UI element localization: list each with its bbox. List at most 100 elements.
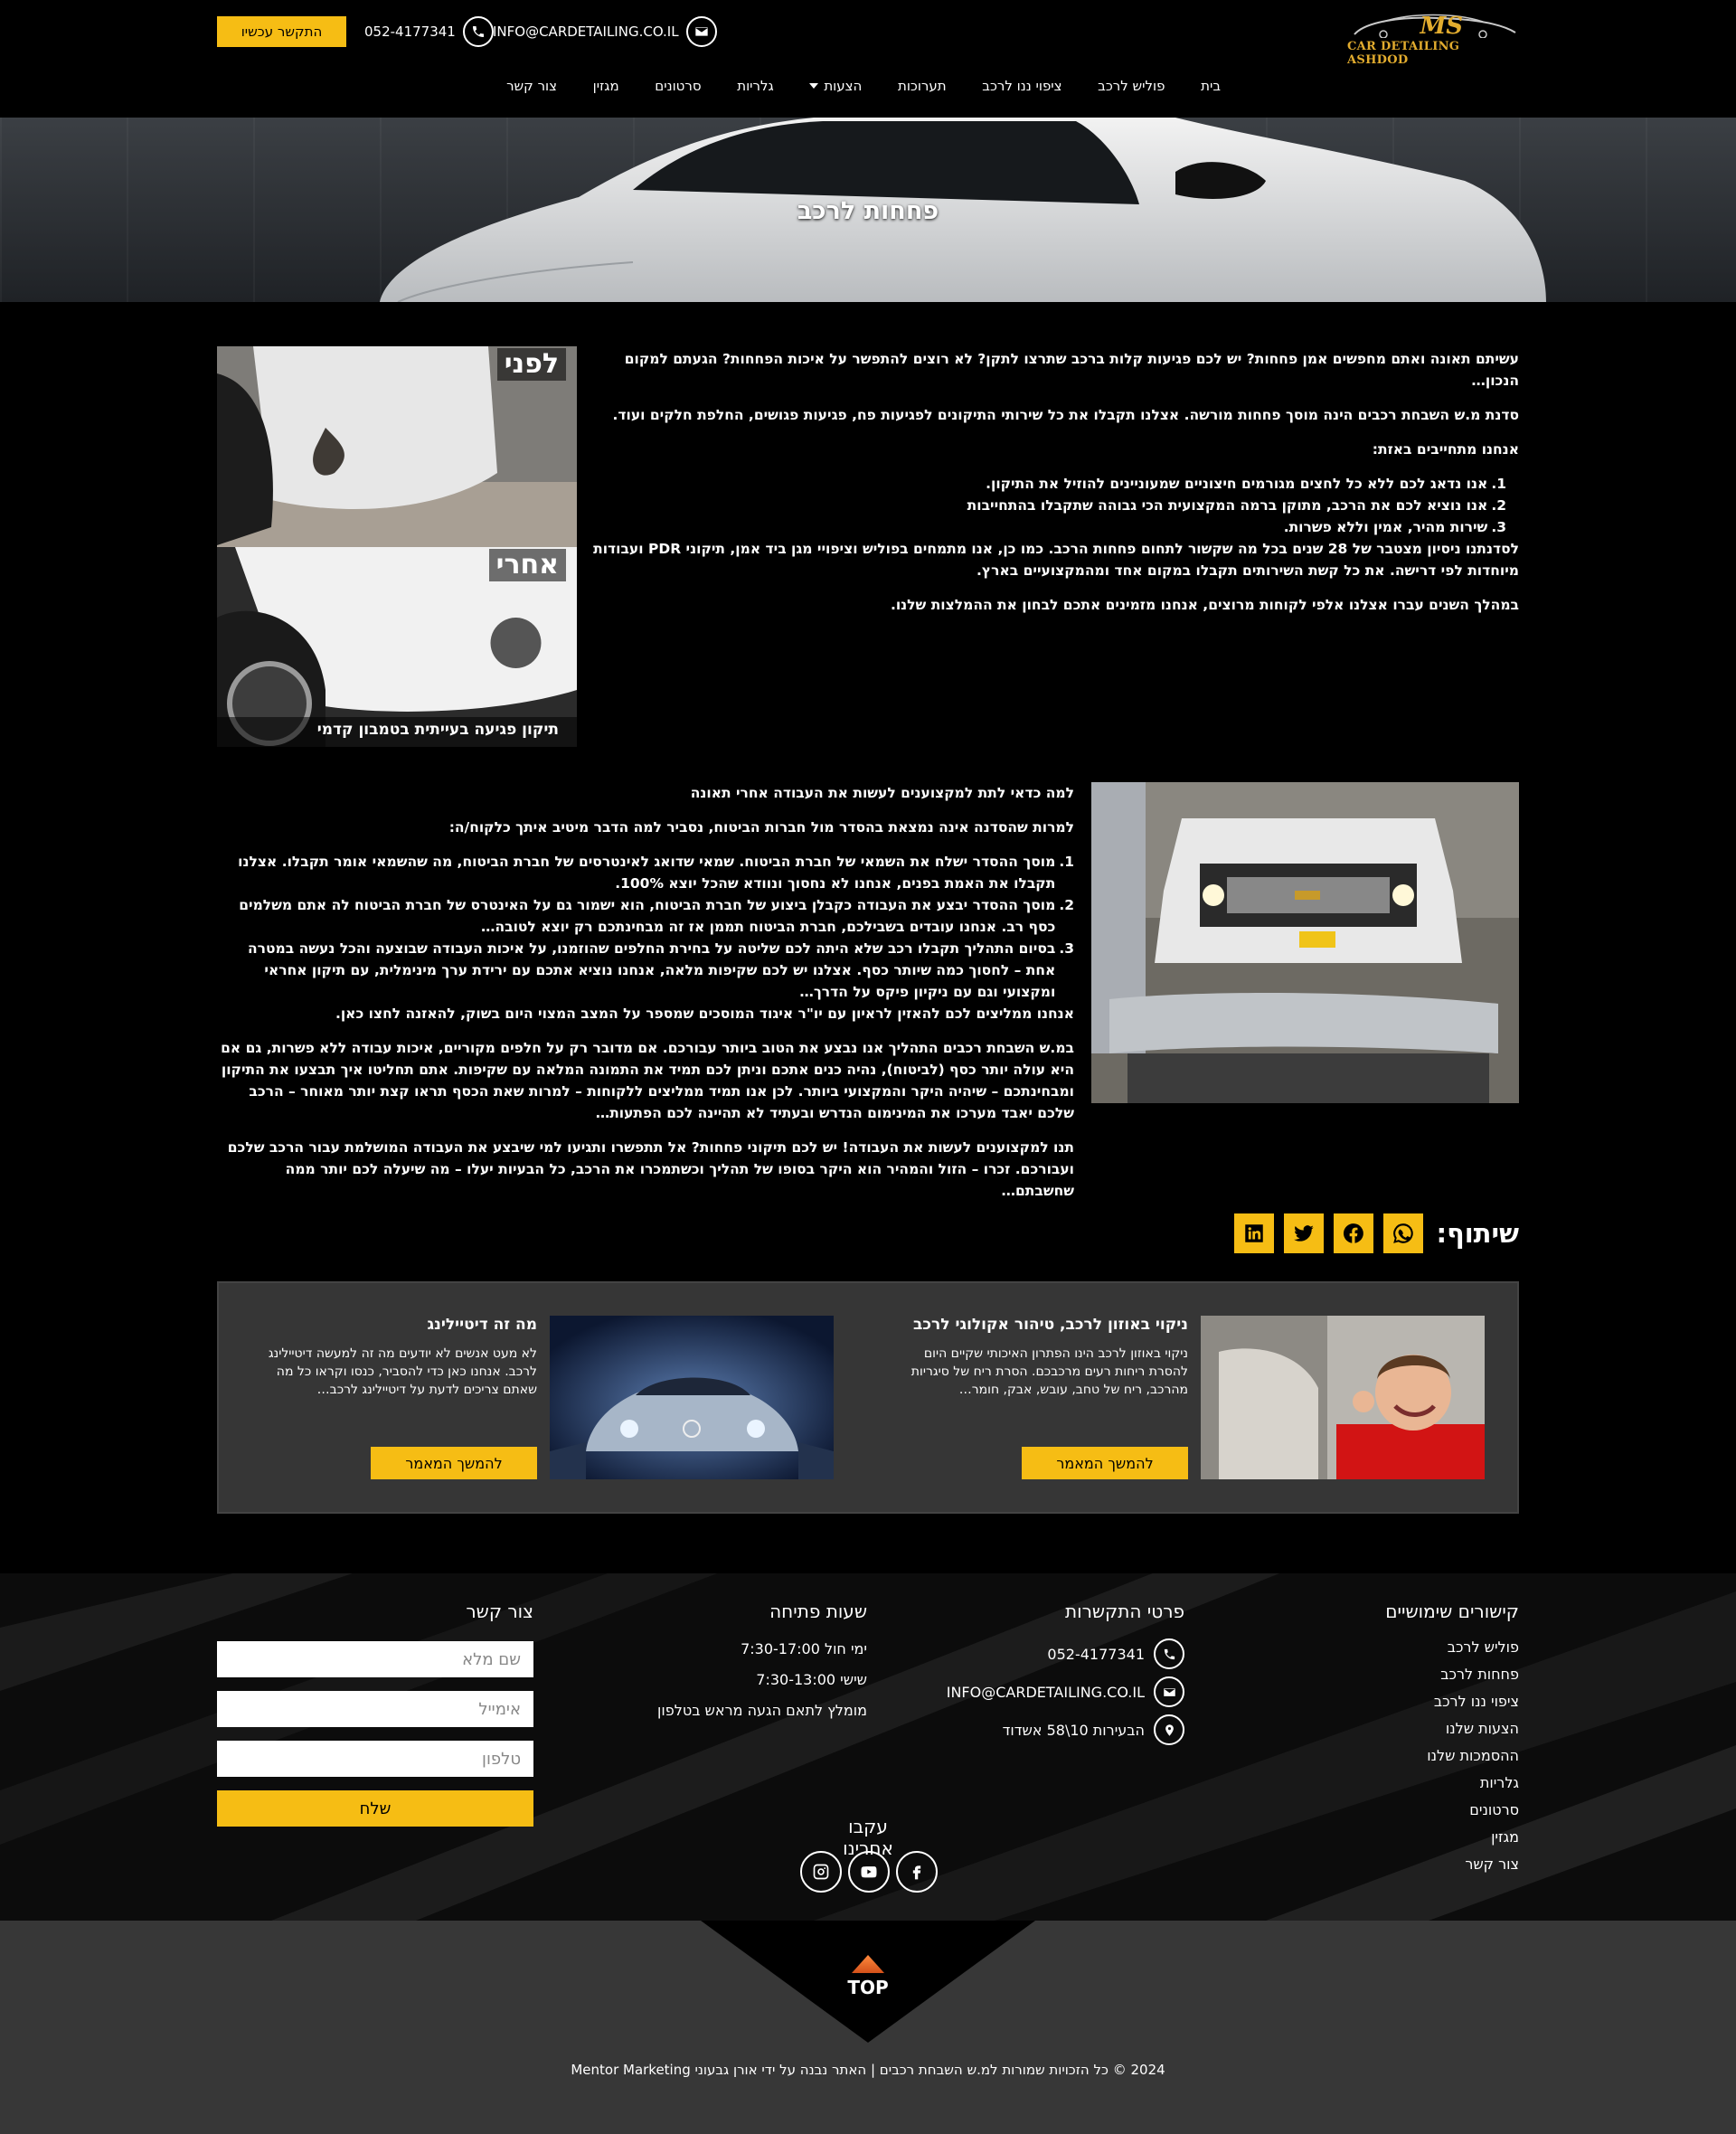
list-item: 3. שירות מהיר, אמין וללא פשרות. xyxy=(593,516,1506,538)
social-links xyxy=(800,1851,938,1893)
list-text: שירות מהיר, אמין וללא פשרות. xyxy=(1283,519,1488,535)
hours-weekdays: ימי חול 7:30-17:00 xyxy=(741,1640,867,1657)
whatsapp-icon xyxy=(1392,1223,1413,1243)
truck-illustration xyxy=(1091,782,1519,1103)
footer-email[interactable]: INFO@CARDETAILING.CO.IL xyxy=(947,1676,1184,1707)
logo-text: MS xyxy=(1420,13,1463,40)
nav-item-contact[interactable]: צור קשר xyxy=(506,78,557,94)
intro-paragraph-4: לסדנתנו ניסיון מצטבר של 28 שנים בכל מה ש… xyxy=(593,541,1519,579)
full-name-input[interactable]: שם מלא xyxy=(217,1641,533,1677)
interview-paragraph[interactable]: אנחנו ממליצים לכם להאזין לראיון עם יו"ר … xyxy=(217,1003,1074,1025)
list-item: 2. מוסך ההסדר יבצע את העבודה כקבלן ביצוע … xyxy=(217,894,1074,938)
header-email-text: INFO@CARDETAILING.CO.IL xyxy=(493,24,679,40)
nav-item-offers-label: הצעות xyxy=(824,78,863,94)
useful-links-list: פוליש לרכב פחחות לרכב ציפוי ננו לרכב הצע… xyxy=(1427,1638,1519,1873)
footer-link-contact[interactable]: צור קשר xyxy=(1465,1855,1519,1873)
intro-paragraph-5: במהלך השנים עברו אצלנו אלפי לקוחות מרוצי… xyxy=(890,597,1519,613)
nav-item-magazine[interactable]: מגזין xyxy=(593,78,619,94)
share-bar: שיתוף: xyxy=(1233,1213,1519,1253)
instagram-icon xyxy=(813,1864,829,1880)
site-logo[interactable]: MS CAR DETAILING ASHDOD xyxy=(1347,13,1519,67)
site-header: MS CAR DETAILING ASHDOD התקשר עכשיו 052-… xyxy=(0,0,1736,118)
related-post-title[interactable]: מה זה דיטיילינג xyxy=(428,1316,537,1334)
facebook-icon xyxy=(912,1865,921,1880)
header-phone[interactable]: 052-4177341 xyxy=(364,15,494,48)
envelope-icon xyxy=(685,16,717,47)
back-to-top-button[interactable]: TOP xyxy=(841,1955,895,2002)
reasons-list: 1. מוסך ההסדר ישלח את השמאי של חברת הביטו… xyxy=(217,851,1074,1003)
phone-input[interactable]: טלפון xyxy=(217,1741,533,1777)
list-item: 2. אנו נוציא לכם את הרכב, מתוקן ברמה המקצ… xyxy=(593,495,1506,516)
why-professionals-text: למה כדאי לתת למקצוענים לעשות את העבודה א… xyxy=(217,782,1074,1214)
send-button[interactable]: שלח xyxy=(217,1790,533,1827)
contact-details-list: 052-4177341 INFO@CARDETAILING.CO.IL הבעי… xyxy=(947,1638,1184,1745)
arrow-up-icon xyxy=(852,1955,884,1973)
intro-text: עשיתם תאונה ואתם מחפשים אמן פחחות? יש לכ… xyxy=(593,348,1519,628)
nav-item-exhibitions[interactable]: תערוכות xyxy=(898,78,947,94)
phone-icon xyxy=(462,16,494,47)
related-post-title[interactable]: ניקוי באוזון לרכב, טיהור אקולוגי לרכב xyxy=(913,1316,1188,1334)
footer-address-text: הבעירות 10\58 אשדוד xyxy=(1002,1721,1145,1739)
related-post-image[interactable] xyxy=(1201,1316,1485,1479)
site-footer: קישורים שימושיים פוליש לרכב פחחות לרכב צ… xyxy=(0,1573,1736,1921)
related-posts: ניקוי באוזון לרכב, טיהור אקולוגי לרכב ני… xyxy=(217,1281,1519,1514)
facebook-icon xyxy=(1343,1223,1363,1243)
footer-link-nano-coating[interactable]: ציפוי ננו לרכב xyxy=(1434,1693,1519,1710)
opening-hours-list: ימי חול 7:30-17:00 שישי 7:30-13:00 מומלץ… xyxy=(657,1640,867,1719)
image-caption: תיקון פגיעה בעייתית בטמבון קדמי xyxy=(316,721,559,739)
footer-link-bodywork[interactable]: פחחות לרכב xyxy=(1440,1666,1519,1683)
map-pin-icon xyxy=(1154,1714,1184,1745)
nav-item-offers[interactable]: הצעות xyxy=(809,78,862,94)
footer-phone[interactable]: 052-4177341 xyxy=(1047,1638,1184,1669)
call-now-button[interactable]: התקשר עכשיו xyxy=(217,16,346,47)
footer-link-galleries[interactable]: גלריות xyxy=(1480,1774,1519,1791)
after-label: אחרי xyxy=(488,549,566,581)
caret-down-icon xyxy=(809,83,819,89)
section-intro: למרות שהסדנה אינה נמצאת בהסדר מול חברות … xyxy=(448,819,1074,836)
page-title: פחחות לרכב xyxy=(797,197,939,225)
list-number: 3. xyxy=(1059,940,1074,957)
instagram-link[interactable] xyxy=(800,1851,842,1893)
list-item: 1. מוסך ההסדר ישלח את השמאי של חברת הביטו… xyxy=(217,851,1074,894)
body-paragraph-1: במ.ש השבחת רכבים התהליך אנו נבצע את הטוב… xyxy=(221,1040,1074,1121)
list-number: 2. xyxy=(1491,497,1506,514)
read-more-button[interactable]: להמשך המאמר xyxy=(371,1447,537,1479)
footer-link-certifications[interactable]: ההסמכות שלנו xyxy=(1427,1747,1519,1764)
header-phone-text: 052-4177341 xyxy=(364,24,456,40)
related-post-image[interactable] xyxy=(550,1316,834,1479)
phone-icon xyxy=(1154,1638,1184,1669)
intro-paragraph-1: עשיתם תאונה ואתם מחפשים אמן פחחות? יש לכ… xyxy=(624,351,1519,389)
commitments-list: 1. אנו נדאג לכם ללא כל לחצים מגורמים חיצו… xyxy=(593,473,1519,538)
nav-item-videos[interactable]: סרטונים xyxy=(655,78,701,94)
logo-subtitle: CAR DETAILING ASHDOD xyxy=(1347,40,1460,67)
envelope-icon xyxy=(1154,1676,1184,1707)
copyright-text: 2024 © כל הזכויות שמורות למ.ש השבחת רכבי… xyxy=(571,2062,1165,2078)
nav-item-home[interactable]: בית xyxy=(1201,78,1221,94)
nav-item-galleries[interactable]: גלריות xyxy=(737,78,773,94)
footer-link-magazine[interactable]: מגזין xyxy=(1491,1828,1519,1846)
linkedin-share-button[interactable] xyxy=(1233,1213,1274,1253)
list-text: אנו נדאג לכם ללא כל לחצים מגורמים חיצוני… xyxy=(986,476,1488,492)
nav-item-polish[interactable]: פוליש לרכב xyxy=(1098,78,1165,94)
facebook-share-button[interactable] xyxy=(1333,1213,1373,1253)
whatsapp-share-button[interactable] xyxy=(1382,1213,1423,1253)
contact-details-heading: פרטי התקשרות xyxy=(1064,1600,1184,1622)
linkedin-icon xyxy=(1244,1224,1263,1242)
youtube-link[interactable] xyxy=(848,1851,890,1893)
main-nav: בית פוליש לרכב ציפוי ננו לרכב תערוכות הצ… xyxy=(506,72,1221,99)
contact-form-heading: צור קשר xyxy=(466,1600,533,1622)
intro-paragraph-2: סדנת מ.ש השבחת רכבים הינה מוסך פחחות מור… xyxy=(612,407,1519,423)
header-email[interactable]: INFO@CARDETAILING.CO.IL xyxy=(493,15,717,48)
ozone-post-illustration xyxy=(1201,1316,1485,1479)
list-number: 1. xyxy=(1059,854,1074,870)
footer-link-videos[interactable]: סרטונים xyxy=(1469,1801,1519,1818)
read-more-button[interactable]: להמשך המאמר xyxy=(1022,1447,1188,1479)
facebook-link[interactable] xyxy=(896,1851,938,1893)
nav-item-nano-coating[interactable]: ציפוי ננו לרכב xyxy=(982,78,1061,94)
email-input[interactable]: אימייל xyxy=(217,1691,533,1727)
footer-link-offers[interactable]: הצעות שלנו xyxy=(1446,1720,1519,1737)
twitter-icon xyxy=(1293,1225,1314,1242)
footer-link-polish[interactable]: פוליש לרכב xyxy=(1448,1638,1519,1656)
twitter-share-button[interactable] xyxy=(1283,1213,1324,1253)
before-label: לפני xyxy=(496,348,566,381)
